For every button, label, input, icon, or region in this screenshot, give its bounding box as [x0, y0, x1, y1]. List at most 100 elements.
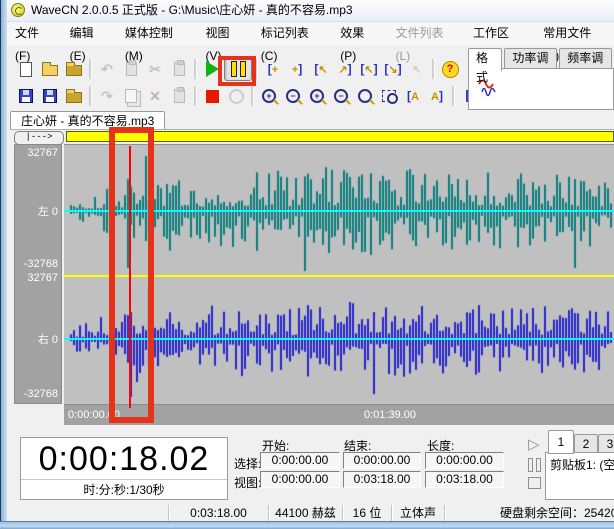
view-start-field: 0:00:00.00 — [260, 471, 340, 488]
play-indicator-icon[interactable]: ▷ — [528, 437, 548, 452]
zoom-to-start-button[interactable]: [A — [401, 84, 425, 108]
selection-end-field: 0:00:00.00 — [343, 452, 421, 469]
toolbar-separator — [251, 86, 254, 106]
ruler-left-top: 32767 — [27, 147, 58, 159]
cut-button[interactable]: ✂ — [143, 57, 167, 81]
wavecn-window: WaveCN 2.0.0.5 正式版 - G:\Music\庄心妍 - 真的不容… — [0, 0, 614, 529]
toolbar-separator — [194, 59, 197, 79]
status-segment-4: 立体声 — [392, 505, 445, 521]
paste-insert-button[interactable] — [167, 84, 191, 108]
undo-icon: ↶ — [101, 62, 113, 76]
menu-item-4[interactable]: 标记列表(C) — [253, 22, 332, 45]
ruler-right-bottom: -32768 — [24, 388, 58, 400]
help-icon: ? — [442, 61, 459, 78]
menu-item-8[interactable]: 常用文件(A) — [535, 22, 614, 45]
select-to-start-button[interactable]: [+ — [261, 57, 285, 81]
status-segment-3: 16 位 — [343, 505, 392, 521]
zoom-to-end-button[interactable]: A] — [425, 84, 449, 108]
clipboard-tab-1[interactable]: 1 — [548, 430, 574, 454]
paste-mix-icon — [126, 62, 137, 76]
title-bar: WaveCN 2.0.0.5 正式版 - G:\Music\庄心妍 - 真的不容… — [7, 0, 614, 22]
select-to-end-button[interactable]: +] — [285, 57, 309, 81]
open-folder-button[interactable] — [62, 57, 86, 81]
select-none-button[interactable]: ↖ — [405, 57, 429, 81]
status-segment-0 — [7, 505, 169, 521]
window-border-left — [0, 0, 7, 529]
record-button[interactable] — [224, 84, 248, 108]
annotation-rect-wave — [109, 127, 154, 423]
clipboard-tab-2[interactable]: 2 — [574, 434, 598, 454]
save-selection-button[interactable] — [62, 84, 86, 108]
delete-icon: ✕ — [149, 89, 161, 103]
menu-item-1[interactable]: 编辑(E) — [62, 22, 117, 45]
select-all-icon: [↘] — [384, 63, 401, 76]
save-file-button[interactable] — [14, 84, 38, 108]
zoom-in-horizontal-button[interactable]: + — [305, 84, 329, 108]
ruler-left-bottom: -32768 — [24, 258, 58, 270]
clipboard-panel: 剪贴板1: (空) — [545, 452, 614, 500]
cursor-to-selection-end-icon: ↗] — [338, 63, 351, 76]
menu-item-0[interactable]: 文件(F) — [7, 22, 62, 45]
paste-new-button[interactable] — [167, 57, 191, 81]
clipboard-status-label: 剪贴板1: (空) — [550, 456, 614, 473]
copy-icon — [125, 89, 137, 103]
zoom-out-horizontal-button[interactable]: − — [329, 84, 353, 108]
app-icon — [11, 3, 25, 17]
open-file-button[interactable] — [38, 57, 62, 81]
save-selection-icon — [66, 92, 82, 103]
stop-indicator-icon[interactable] — [528, 477, 541, 489]
paste-insert-icon — [174, 89, 185, 103]
zoom-normal-button[interactable] — [353, 84, 377, 108]
zoom-to-start-icon: [A — [407, 90, 419, 103]
menu-item-5[interactable]: 效果(P) — [332, 22, 387, 45]
selection-start-field: 0:00:00.00 — [260, 452, 340, 469]
cursor-to-selection-start-button[interactable]: [↖ — [309, 57, 333, 81]
delete-button[interactable]: ✕ — [143, 84, 167, 108]
save-as-icon — [43, 89, 57, 103]
zoom-out-vertical-button[interactable]: − — [281, 84, 305, 108]
stop-icon — [206, 90, 219, 103]
paste-new-icon — [174, 62, 185, 76]
side-tab-2[interactable]: 频率调节 — [559, 48, 612, 69]
selection-grid: 开始: 结束: 长度: 选择: 视图: 0:00:00.00 0:00:00.0… — [234, 430, 524, 500]
new-file-button[interactable] — [14, 57, 38, 81]
zoom-in-horizontal-icon: + — [310, 89, 324, 103]
select-all-button[interactable]: [↘] — [381, 57, 405, 81]
undo-button[interactable]: ↶ — [95, 57, 119, 81]
side-tab-1[interactable]: 功率调节 — [504, 48, 557, 69]
stop-button[interactable] — [200, 84, 224, 108]
help-button[interactable]: ? — [438, 57, 462, 81]
copy-button[interactable] — [119, 84, 143, 108]
status-segment-2: 44100 赫兹 — [269, 505, 343, 521]
zoom-to-end-icon: A] — [431, 90, 443, 103]
zoom-in-vertical-button[interactable]: + — [257, 84, 281, 108]
menu-item-6: 文件列表(L) — [387, 22, 464, 45]
toolbar-separator — [89, 86, 92, 106]
cursor-to-selection-start-icon: [↖ — [314, 63, 327, 76]
window-title: WaveCN 2.0.0.5 正式版 - G:\Music\庄心妍 - 真的不容… — [31, 0, 353, 21]
side-tab-0[interactable]: 格式 — [468, 48, 502, 71]
paste-mix-button[interactable] — [119, 57, 143, 81]
time-format-label: 时:分:秒:1/30秒 — [21, 479, 227, 498]
view-end-field: 0:03:18.00 — [343, 471, 421, 488]
save-as-button[interactable] — [38, 84, 62, 108]
menu-item-7[interactable]: 工作区(W) — [465, 22, 535, 45]
menu-item-3[interactable]: 视图(V) — [198, 22, 253, 45]
current-time-display: 0:00:18.02 — [21, 440, 227, 479]
zoom-in-vertical-icon: + — [262, 89, 276, 103]
side-panel: 格式功率调节频率调节 — [468, 48, 614, 110]
time-ruler-mid: 0:01:39.00 — [364, 409, 416, 421]
ruler-left-zero: 左 0 — [38, 203, 58, 219]
zoom-out-vertical-icon: − — [286, 89, 300, 103]
redo-button[interactable]: ↷ — [95, 84, 119, 108]
toolbar-separator — [194, 86, 197, 106]
menu-item-2[interactable]: 媒体控制(M) — [117, 22, 198, 45]
clipboard-tab-3[interactable]: 3 — [598, 434, 614, 454]
cursor-to-selection-end-button[interactable]: ↗] — [333, 57, 357, 81]
zoom-normal-icon — [358, 89, 372, 103]
goto-button[interactable]: |---> — [14, 131, 64, 145]
select-view-button[interactable]: [↖] — [357, 57, 381, 81]
zoom-selection-button[interactable] — [377, 84, 401, 108]
save-file-icon — [19, 89, 33, 103]
open-file-icon — [42, 65, 58, 76]
